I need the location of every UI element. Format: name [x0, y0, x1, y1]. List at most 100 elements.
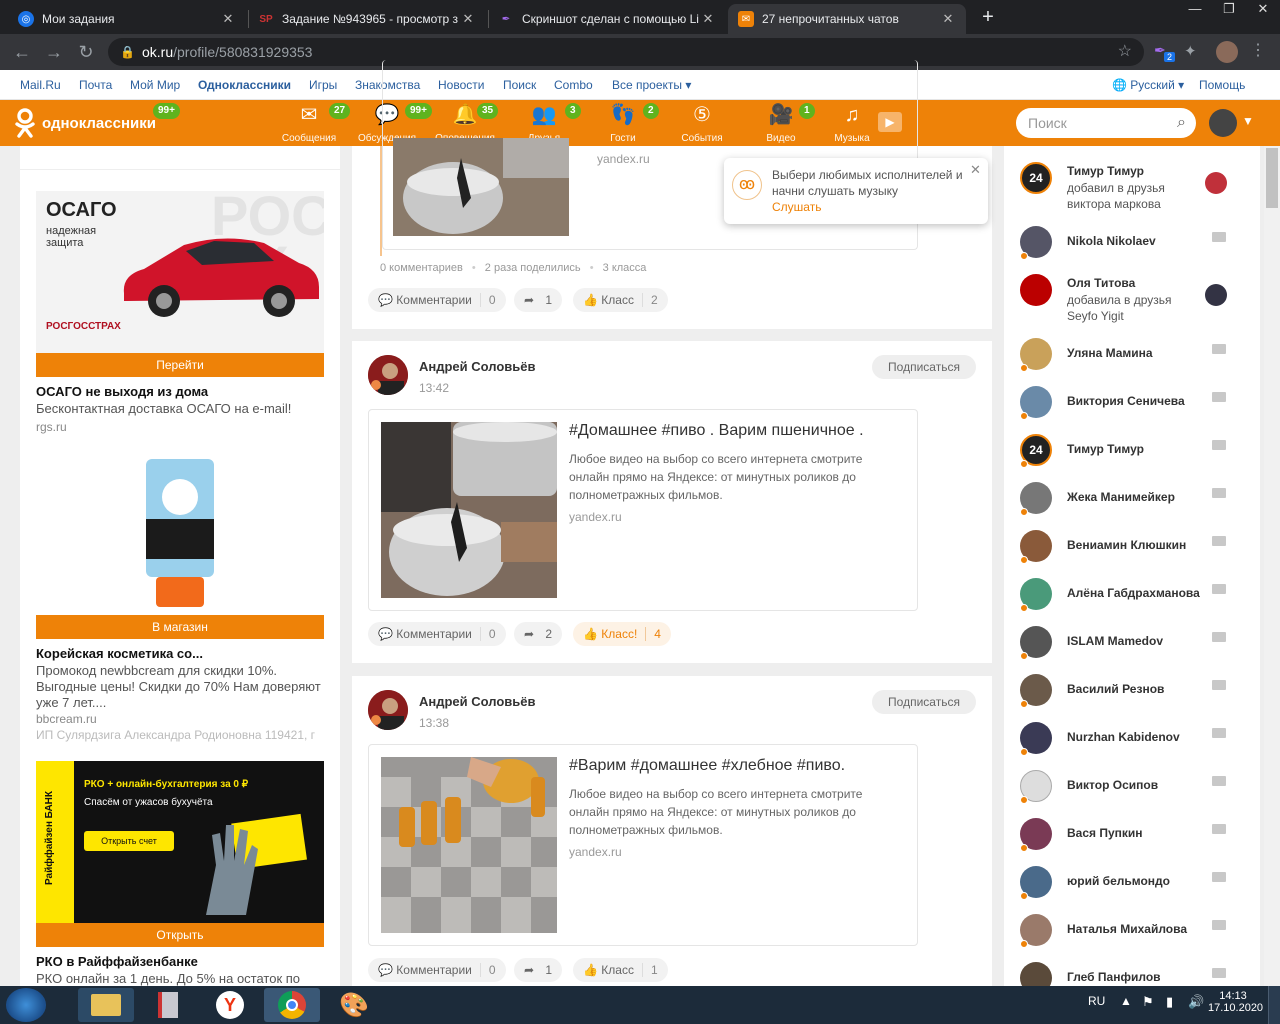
- like-button[interactable]: 👍 Класс 2: [573, 288, 668, 312]
- close-icon[interactable]: ✕: [220, 11, 236, 27]
- volume-icon[interactable]: 🔊: [1188, 994, 1204, 1010]
- like-button[interactable]: 👍 Класс 1: [573, 958, 668, 982]
- browser-tab[interactable]: SP Задание №943965 - просмотр з ✕: [248, 4, 486, 34]
- keyboard-language[interactable]: RU: [1088, 994, 1105, 1008]
- subscribe-button[interactable]: Подписаться: [872, 355, 976, 379]
- friend-item[interactable]: Алёна Габдрахманова: [1004, 574, 1260, 618]
- chrome-taskbar-icon[interactable]: [264, 988, 320, 1022]
- listen-link[interactable]: Слушать: [772, 200, 821, 214]
- help-link[interactable]: Помощь: [1199, 78, 1245, 92]
- friend-item[interactable]: Наталья Михайлова: [1004, 910, 1260, 954]
- search-icon[interactable]: ⌕: [1177, 108, 1186, 138]
- ad-title[interactable]: ОСАГО не выходя из дома: [36, 384, 324, 399]
- puzzle-icon[interactable]: ✦: [1184, 42, 1197, 60]
- share-button[interactable]: ➦ 2: [514, 622, 563, 646]
- video-thumbnail[interactable]: [381, 757, 557, 933]
- post-author[interactable]: Андрей Соловьёв: [419, 359, 536, 374]
- author-avatar[interactable]: [368, 355, 408, 395]
- mail-icon[interactable]: [1212, 920, 1226, 930]
- mail-icon[interactable]: [1212, 680, 1226, 690]
- extension-icon[interactable]: ✒ 2: [1154, 42, 1176, 62]
- embed-domain[interactable]: yandex.ru: [569, 510, 622, 524]
- comment-button[interactable]: 💬 Комментарии 0: [368, 622, 506, 646]
- mail-icon[interactable]: [1212, 824, 1226, 834]
- friend-item[interactable]: Уляна Мамина: [1004, 334, 1260, 378]
- mail-icon[interactable]: [1212, 344, 1226, 354]
- post-embed[interactable]: #Домашнее #пиво . Варим пшеничное . Любо…: [368, 409, 918, 611]
- friend-item[interactable]: юрий бельмондо: [1004, 862, 1260, 906]
- friend-item[interactable]: ISLAM Mamedov: [1004, 622, 1260, 666]
- portal-link-games[interactable]: Игры: [309, 78, 337, 92]
- close-icon[interactable]: ✕: [940, 11, 956, 27]
- ad-image-cosmetics[interactable]: [36, 451, 324, 615]
- clock[interactable]: 14:13 17.10.2020: [1208, 990, 1263, 1014]
- forward-icon[interactable]: →: [42, 40, 66, 64]
- mail-icon[interactable]: [1212, 632, 1226, 642]
- share-button[interactable]: ➦ 1: [514, 958, 563, 982]
- comment-button[interactable]: 💬 Комментарии 0: [368, 958, 506, 982]
- close-icon[interactable]: ✕: [970, 162, 981, 178]
- page-scrollbar[interactable]: [1264, 146, 1280, 986]
- menu-kebab-icon[interactable]: ⋮: [1250, 40, 1266, 60]
- close-icon[interactable]: ✕: [460, 11, 476, 27]
- friend-item[interactable]: Nurzhan Kabidenov: [1004, 718, 1260, 762]
- scrollbar-thumb[interactable]: [1266, 148, 1278, 208]
- mail-icon[interactable]: [1212, 584, 1226, 594]
- friend-item[interactable]: 24 Тимур Тимур: [1004, 430, 1260, 474]
- mail-icon[interactable]: [1212, 872, 1226, 882]
- stat-comments[interactable]: 0 комментариев: [380, 262, 463, 274]
- comment-button[interactable]: 💬 Комментарии 0: [368, 288, 506, 312]
- language-select[interactable]: 🌐 Русский ▾: [1112, 78, 1184, 92]
- friend-item[interactable]: Виктор Осипов: [1004, 766, 1260, 810]
- ad-go-button[interactable]: Перейти: [36, 353, 324, 377]
- mail-icon[interactable]: [1212, 728, 1226, 738]
- ad-domain[interactable]: bbcream.ru: [36, 712, 97, 726]
- bookmark-star-icon[interactable]: ☆: [1118, 38, 1132, 66]
- friend-item[interactable]: Вася Пупкин: [1004, 814, 1260, 858]
- search-input[interactable]: Поиск ⌕: [1016, 108, 1196, 138]
- video-thumbnail[interactable]: [381, 422, 557, 598]
- browser-tab[interactable]: ◎ Мои задания ✕: [8, 4, 246, 34]
- mail-icon[interactable]: [1212, 536, 1226, 546]
- tray-arrow-icon[interactable]: ▲: [1120, 994, 1132, 1008]
- window-close-icon[interactable]: ✕: [1246, 0, 1280, 20]
- subscribe-button[interactable]: Подписаться: [872, 690, 976, 714]
- friend-item[interactable]: Nikola Nikolaev: [1004, 222, 1260, 266]
- network-icon[interactable]: ▮: [1166, 994, 1173, 1010]
- friend-item[interactable]: Виктория Сеничева: [1004, 382, 1260, 426]
- yandex-browser-taskbar-icon[interactable]: Y: [202, 988, 258, 1022]
- restore-icon[interactable]: ❐: [1212, 0, 1246, 20]
- mail-icon[interactable]: [1212, 968, 1226, 978]
- author-avatar[interactable]: [368, 690, 408, 730]
- embed-title[interactable]: #Варим #домашнее #хлебное #пиво.: [569, 757, 845, 775]
- friend-item[interactable]: Глеб Панфилов: [1004, 958, 1260, 986]
- new-tab-button[interactable]: +: [976, 6, 1000, 30]
- friend-item[interactable]: Василий Резнов: [1004, 670, 1260, 714]
- ad-image-osago[interactable]: ОСАГО надежная защита РОСАХ РОСГОССТРАХ: [36, 191, 324, 353]
- ad-image-raiffeisen[interactable]: Райффайзен БАНК РКО + онлайн-бухгалтерия…: [36, 761, 324, 923]
- friend-item[interactable]: Жека Манимейкер: [1004, 478, 1260, 522]
- minimize-icon[interactable]: —: [1178, 0, 1212, 20]
- ad-domain[interactable]: rgs.ru: [36, 420, 67, 434]
- profile-avatar[interactable]: [1216, 41, 1238, 63]
- post-embed[interactable]: #Варим #домашнее #хлебное #пиво. Любое в…: [368, 744, 918, 946]
- flag-icon[interactable]: ⚑: [1142, 994, 1154, 1010]
- user-avatar[interactable]: [1209, 109, 1237, 137]
- share-button[interactable]: ➦ 1: [514, 288, 563, 312]
- mail-icon[interactable]: [1212, 440, 1226, 450]
- reload-icon[interactable]: ↻: [74, 40, 98, 64]
- post-time[interactable]: 13:42: [419, 381, 449, 395]
- video-thumbnail[interactable]: [393, 138, 569, 236]
- browser-tab-active[interactable]: ✉ 27 непрочитанных чатов ✕: [728, 4, 966, 34]
- friend-item[interactable]: 24 Тимур Тимур добавил в друзья виктора …: [1004, 158, 1260, 211]
- portal-link-ok[interactable]: Одноклассники: [198, 78, 291, 92]
- ad-open-button[interactable]: Открыть: [36, 923, 324, 947]
- portal-link-mymir[interactable]: Мой Мир: [130, 78, 180, 92]
- mail-icon[interactable]: [1212, 776, 1226, 786]
- ad-title[interactable]: Корейская косметика со...: [36, 646, 324, 661]
- embed-domain[interactable]: yandex.ru: [597, 152, 650, 166]
- ad-title[interactable]: РКО в Райффайзенбанке: [36, 954, 324, 969]
- post-time[interactable]: 13:38: [419, 716, 449, 730]
- explorer-taskbar-icon[interactable]: [78, 988, 134, 1022]
- app-taskbar-icon[interactable]: [140, 988, 196, 1022]
